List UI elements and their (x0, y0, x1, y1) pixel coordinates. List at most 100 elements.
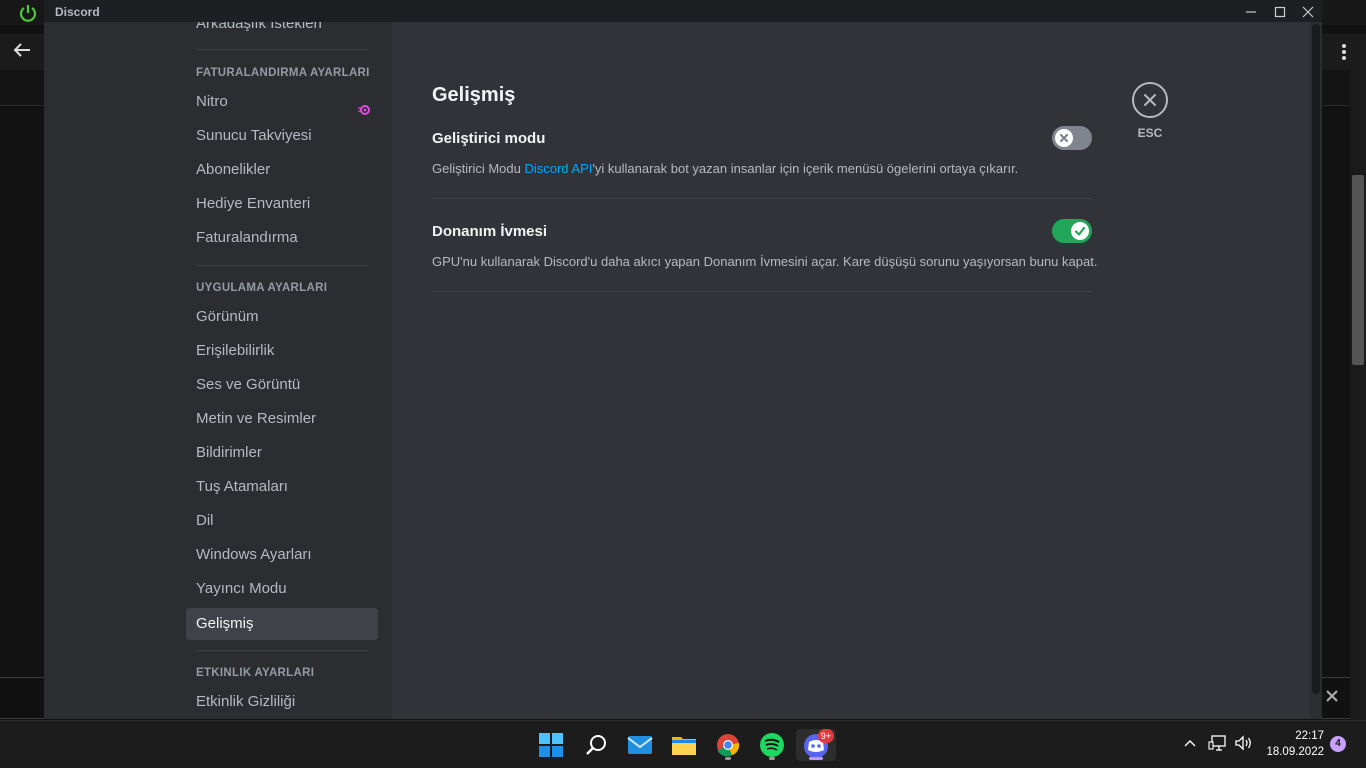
mail-app[interactable] (620, 729, 660, 761)
sidebar-item-streamer-mode[interactable]: Yayıncı Modu (186, 573, 378, 605)
settings-sidebar: Arkadaşlık İstekleri FATURALANDIRMA AYAR… (44, 22, 392, 719)
chrome-app[interactable] (708, 729, 748, 761)
search-icon (586, 735, 606, 755)
sidebar-item-label: Arkadaşlık İstekleri (196, 22, 322, 32)
sidebar-item-friend-requests[interactable]: Arkadaşlık İstekleri (186, 22, 378, 40)
show-hidden-icons-button[interactable] (1182, 735, 1198, 756)
clock-time[interactable]: 22:17 (1264, 730, 1324, 742)
sidebar-item-keybinds[interactable]: Tuş Atamaları (186, 471, 378, 503)
discord-api-link[interactable]: Discord API (524, 161, 592, 176)
running-indicator (725, 757, 731, 760)
sidebar-item-subscriptions[interactable]: Abonelikler (186, 154, 378, 186)
sidebar-divider (196, 49, 368, 50)
maximize-icon (1274, 6, 1286, 17)
search-button[interactable] (576, 729, 616, 761)
sidebar-item-label: Gelişmiş (196, 615, 254, 632)
sidebar-item-label: Dil (196, 512, 214, 529)
active-indicator (809, 757, 823, 760)
sidebar-item-label: Görünüm (196, 308, 259, 325)
activity-settings-header: ETKİNLİK AYARLARI (196, 667, 315, 679)
back-arrow-icon[interactable] (12, 40, 32, 66)
running-indicator (769, 757, 775, 760)
mail-icon (627, 736, 653, 754)
sidebar-item-text-images[interactable]: Metin ve Resimler (186, 403, 378, 435)
sidebar-item-label: Ses ve Görüntü (196, 376, 301, 393)
sidebar-item-label: Nitro (196, 93, 228, 110)
x-icon (1059, 133, 1069, 143)
sidebar-item-label: Hediye Envanteri (196, 195, 311, 212)
folder-icon (672, 737, 696, 755)
sidebar-item-accessibility[interactable]: Erişilebilirlik (186, 335, 378, 367)
description-text: 'yi kullanarak bot yazan insanlar için i… (592, 161, 1019, 176)
window-title: Discord (55, 5, 100, 19)
close-icon[interactable] (1324, 688, 1340, 704)
network-button[interactable] (1208, 733, 1228, 758)
close-icon (1144, 94, 1156, 106)
close-settings-button[interactable] (1132, 82, 1168, 118)
check-icon (1074, 226, 1086, 236)
sidebar-item-nitro[interactable]: Nitro (186, 86, 378, 118)
sidebar-item-label: Etkinlik Gizliliği (196, 693, 296, 710)
developer-mode-title: Geliştirici modu (432, 130, 546, 147)
sidebar-item-windows-settings[interactable]: Windows Ayarları (186, 539, 378, 571)
power-icon[interactable] (18, 3, 38, 23)
notification-badge[interactable]: 4 (1330, 736, 1346, 752)
sidebar-item-voice-video[interactable]: Ses ve Görüntü (186, 369, 378, 401)
file-explorer-app[interactable] (664, 729, 704, 761)
hardware-acceleration-title: Donanım İvmesi (432, 223, 548, 240)
sidebar-item-label: Metin ve Resimler (196, 410, 317, 427)
maximize-button[interactable] (1266, 2, 1294, 20)
title-bar: Discord (44, 0, 1322, 22)
toggle-knob (1071, 222, 1089, 240)
spotify-app[interactable] (752, 729, 792, 761)
sidebar-item-advanced[interactable]: Gelişmiş (186, 608, 378, 640)
clock-date[interactable]: 18.09.2022 (1250, 746, 1324, 758)
network-icon (1208, 735, 1226, 751)
sidebar-item-label: Tuş Atamaları (196, 478, 288, 495)
close-window-button[interactable] (1294, 2, 1322, 20)
background-scrollbar[interactable] (1350, 70, 1366, 720)
minimize-icon (1246, 10, 1256, 13)
chevron-up-icon (1184, 740, 1196, 747)
sidebar-item-billing[interactable]: Faturalandırma (186, 222, 378, 254)
start-button[interactable] (531, 729, 571, 761)
sidebar-item-label: Yayıncı Modu (196, 580, 287, 597)
minimize-button[interactable] (1237, 2, 1265, 20)
discord-badge: 9+ (818, 729, 834, 743)
sidebar-item-label: Bildirimler (196, 444, 262, 461)
sidebar-item-label: Faturalandırma (196, 229, 298, 246)
sidebar-item-activity-privacy[interactable]: Etkinlik Gizliliği (186, 686, 378, 718)
sidebar-item-label: Erişilebilirlik (196, 342, 275, 359)
more-vert-icon[interactable] (1336, 42, 1352, 62)
close-icon (1302, 6, 1314, 17)
nitro-icon (358, 96, 370, 115)
discord-window: Discord Arkadaşlık İstekleri FATURALANDI… (44, 0, 1322, 719)
sidebar-divider (196, 265, 368, 266)
app-settings-header: UYGULAMA AYARLARI (196, 282, 328, 294)
developer-mode-description: Geliştirici Modu Discord API'yi kullanar… (432, 161, 1018, 176)
sidebar-item-label: Windows Ayarları (196, 546, 312, 563)
sidebar-item-label: Abonelikler (196, 161, 271, 178)
content-scroll-thumb[interactable] (1312, 24, 1320, 694)
developer-mode-toggle[interactable] (1052, 126, 1092, 150)
toggle-knob (1055, 129, 1073, 147)
hardware-acceleration-toggle[interactable] (1052, 219, 1092, 243)
page-title: Gelişmiş (432, 84, 516, 106)
sidebar-item-server-boost[interactable]: Sunucu Takviyesi (186, 120, 378, 152)
setting-divider (432, 198, 1092, 199)
sidebar-item-label: Sunucu Takviyesi (196, 127, 312, 144)
taskbar: 9+ (0, 720, 1366, 768)
sidebar-item-appearance[interactable]: Görünüm (186, 301, 378, 333)
sidebar-divider (196, 650, 368, 651)
setting-divider (432, 291, 1092, 292)
hardware-acceleration-description: GPU'nu kullanarak Discord'u daha akıcı y… (432, 254, 1098, 269)
description-text: Geliştirici Modu (432, 161, 525, 176)
sidebar-item-gift-inventory[interactable]: Hediye Envanteri (186, 188, 378, 220)
settings-content (392, 22, 1310, 719)
sidebar-item-language[interactable]: Dil (186, 505, 378, 537)
billing-settings-header: FATURALANDIRMA AYARLARI (196, 67, 370, 79)
background-scroll-thumb[interactable] (1352, 175, 1364, 365)
discord-app[interactable]: 9+ (796, 729, 836, 761)
windows-logo-icon (539, 733, 563, 757)
sidebar-item-notifications[interactable]: Bildirimler (186, 437, 378, 469)
